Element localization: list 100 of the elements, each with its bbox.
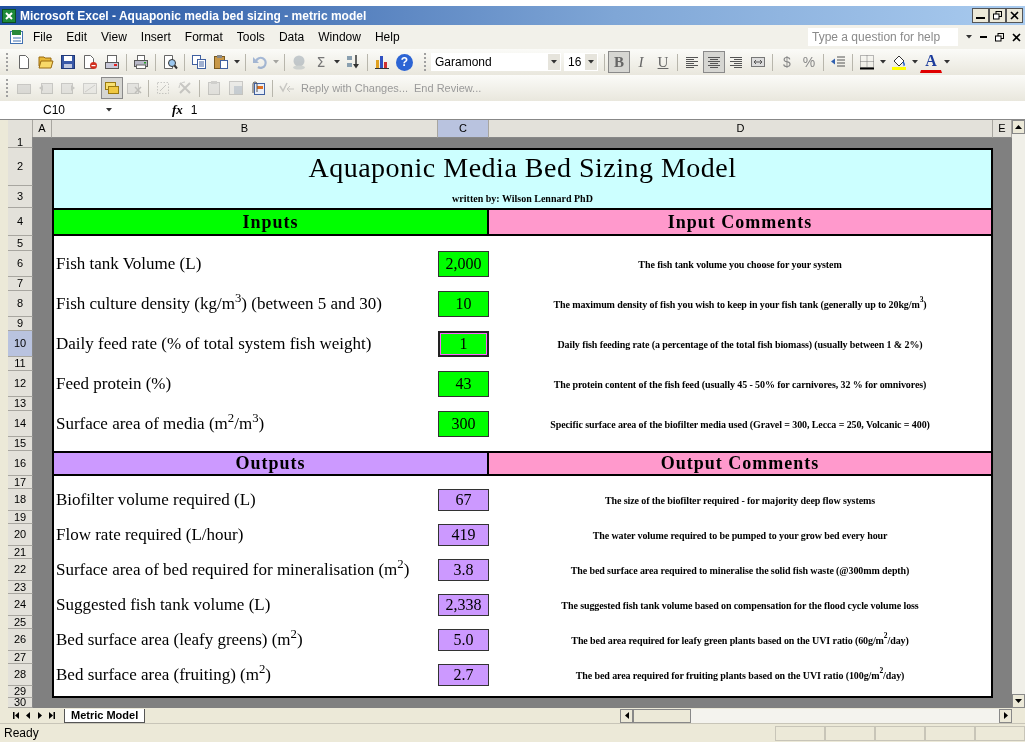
row-header[interactable]: 18 <box>8 489 33 511</box>
row-header[interactable]: 17 <box>8 476 33 489</box>
size-field[interactable]: 16 <box>564 53 598 71</box>
row-header[interactable]: 22 <box>8 559 33 581</box>
name-box[interactable]: C10 <box>10 101 98 119</box>
caret-icon <box>106 108 112 112</box>
window-title: Microsoft Excel - Aquaponic media bed sizing - metric model <box>20 7 367 25</box>
row-header[interactable]: 8 <box>8 291 33 317</box>
sheet-title: Aquaponic Media Bed Sizing Model <box>307 151 738 185</box>
minimize-button[interactable] <box>972 8 989 23</box>
value-cell[interactable]: 10 <box>438 291 489 317</box>
column-header[interactable]: B <box>52 120 438 138</box>
scroll-thumb[interactable] <box>633 708 691 723</box>
caret-icon <box>551 60 557 64</box>
toolbar-button[interactable]: I <box>630 51 652 73</box>
row-header[interactable]: 29 <box>8 686 33 698</box>
section-header: Outputs <box>54 451 489 476</box>
caret-icon <box>966 35 972 39</box>
scroll-right-button[interactable] <box>999 708 1012 723</box>
scroll-left-button[interactable] <box>620 708 633 723</box>
row-header[interactable]: 24 <box>8 594 33 616</box>
cross-arrow-icon <box>177 80 193 96</box>
value-cell[interactable]: 1 <box>438 331 489 357</box>
menu-item[interactable]: View <box>94 26 134 48</box>
next-sheet-icon <box>37 712 43 719</box>
comment-text: The suggested fish tank volume based on compensation for the flood cycle volume loss <box>560 598 920 613</box>
row-header[interactable]: 4 <box>8 208 33 236</box>
sheet-nav-button[interactable] <box>10 709 22 722</box>
document-icon <box>16 54 32 70</box>
field-label: Bed surface area (fruiting) (m$^{2}$) <box>55 664 272 686</box>
toolbar-button[interactable]: B <box>608 51 630 73</box>
menu-item[interactable]: File <box>26 26 60 48</box>
menu-item[interactable]: Format <box>177 26 230 48</box>
row-header[interactable]: 10 <box>8 331 33 357</box>
scroll-down-button[interactable] <box>1012 694 1025 708</box>
scroll-up-button[interactable] <box>1012 120 1025 134</box>
row-header[interactable]: 11 <box>8 357 33 371</box>
field-label: Bed surface area (leafy greens) (m$^{2}$) <box>55 629 304 651</box>
row-header[interactable]: 14 <box>8 411 33 437</box>
undo-icon <box>252 54 268 70</box>
value-cell: 67 <box>438 489 489 511</box>
row-header[interactable]: 1 <box>8 137 33 148</box>
column-header[interactable]: C <box>438 120 489 138</box>
menu-item[interactable]: Edit <box>59 26 95 48</box>
font-field[interactable]: Garamond <box>431 53 561 71</box>
row-header[interactable]: 3 <box>8 186 33 208</box>
row-header[interactable]: 25 <box>8 616 33 629</box>
row-header[interactable]: 2 <box>8 148 33 186</box>
toolbar-button[interactable]: Σ <box>310 51 332 73</box>
row-header[interactable]: 26 <box>8 629 33 651</box>
caret-icon <box>880 60 886 64</box>
borders-icon <box>859 54 875 70</box>
row-header[interactable]: 16 <box>8 451 33 476</box>
row-header[interactable]: 7 <box>8 277 33 291</box>
close-icon <box>1012 32 1021 42</box>
row-header[interactable]: 20 <box>8 524 33 546</box>
menu-item[interactable]: Insert <box>133 26 178 48</box>
row-header[interactable]: 6 <box>8 251 33 277</box>
close-button[interactable] <box>1006 8 1023 23</box>
sort-icon <box>345 54 361 70</box>
section-header: Input Comments <box>489 208 991 236</box>
sheet-tab[interactable]: Metric Model <box>64 708 146 723</box>
row-header[interactable]: 28 <box>8 664 33 686</box>
menu-item[interactable]: Window <box>311 26 368 48</box>
caret-icon <box>944 60 950 64</box>
toolbar-button[interactable]: U <box>652 51 674 73</box>
row-header[interactable]: 23 <box>8 581 33 594</box>
paint-bucket-icon <box>891 54 907 70</box>
value-cell: 3.8 <box>438 559 489 581</box>
last-sheet-icon <box>49 712 55 719</box>
left-arrow-icon <box>624 712 629 719</box>
value-cell[interactable]: 300 <box>438 411 489 437</box>
row-header[interactable]: 9 <box>8 317 33 331</box>
column-header[interactable]: A <box>33 120 52 138</box>
row-header[interactable]: 27 <box>8 651 33 664</box>
row-header[interactable]: 12 <box>8 371 33 397</box>
minimize-icon <box>976 17 985 19</box>
help-search-field[interactable]: Type a question for help <box>808 28 958 46</box>
column-header[interactable]: D <box>489 120 993 138</box>
row-header[interactable]: 15 <box>8 437 33 451</box>
menu-item[interactable]: Data <box>271 26 312 48</box>
document-icon <box>82 54 98 70</box>
restore-button[interactable] <box>989 8 1006 23</box>
align-right-icon <box>728 54 744 70</box>
row-header[interactable]: 13 <box>8 397 33 411</box>
row-header[interactable]: 21 <box>8 546 33 559</box>
sheet-nav-button[interactable] <box>46 709 58 722</box>
caret-icon <box>912 60 918 64</box>
row-header[interactable]: 19 <box>8 511 33 524</box>
comment-text: The protein content of the fish feed (usually 45 - 50% for carnivores, 32 % for omnivores) <box>552 377 928 392</box>
merge-cells-icon <box>750 54 766 70</box>
formula-field[interactable]: 1 <box>190 101 198 119</box>
menu-item[interactable]: Tools <box>229 26 272 48</box>
row-header[interactable]: 5 <box>8 236 33 251</box>
value-cell[interactable]: 2,000 <box>438 251 489 277</box>
right-arrow-icon <box>1003 712 1008 719</box>
value-cell[interactable]: 43 <box>438 371 489 397</box>
menu-item[interactable]: Help <box>367 26 407 48</box>
minimize-icon <box>980 36 987 38</box>
close-icon <box>1010 11 1019 20</box>
